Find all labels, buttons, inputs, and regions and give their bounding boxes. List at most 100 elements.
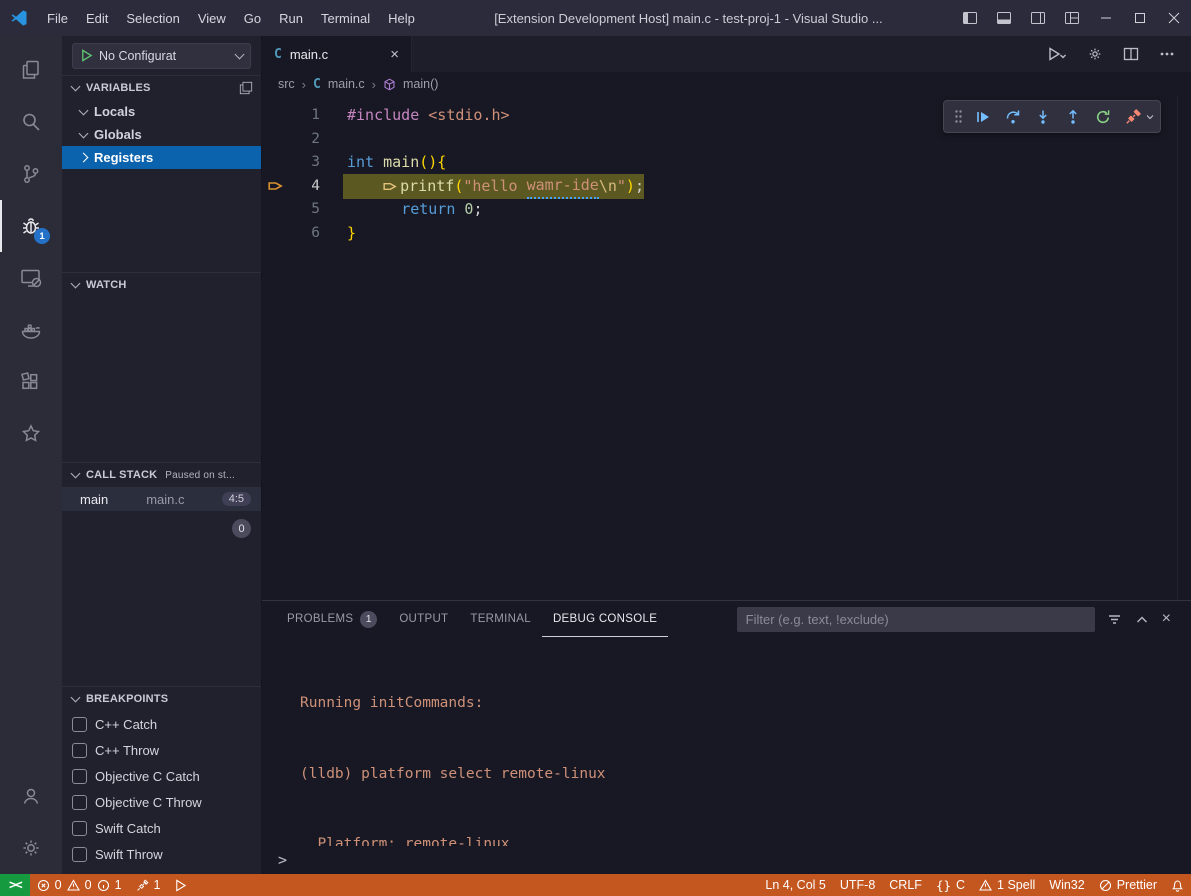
start-debug-icon[interactable]: [80, 49, 93, 62]
line-number[interactable]: 5: [288, 198, 320, 222]
problems-status[interactable]: 0 0 1: [30, 874, 129, 896]
code-line[interactable]: 3 int main(){: [262, 151, 1177, 175]
checkbox[interactable]: [72, 743, 87, 758]
menu-view[interactable]: View: [189, 0, 235, 36]
minimize-button[interactable]: [1089, 0, 1123, 36]
line-number[interactable]: 1: [288, 104, 320, 128]
restart-button[interactable]: [1089, 103, 1116, 130]
line-number[interactable]: 6: [288, 222, 320, 246]
toggle-panel-icon[interactable]: [987, 0, 1021, 36]
split-editor-icon[interactable]: [1123, 46, 1139, 62]
source-control-icon[interactable]: [0, 148, 62, 200]
breadcrumb-file[interactable]: main.c: [328, 77, 365, 91]
encoding-indicator[interactable]: UTF-8: [833, 874, 882, 896]
filter-icon[interactable]: [1107, 612, 1122, 627]
maximize-panel-chevron-icon[interactable]: [1136, 615, 1148, 624]
menu-go[interactable]: Go: [235, 0, 270, 36]
explorer-icon[interactable]: [0, 44, 62, 96]
customize-layout-icon[interactable]: [1055, 0, 1089, 36]
variables-header[interactable]: VARIABLES: [62, 76, 261, 100]
breakpoint-swift-catch[interactable]: Swift Catch: [62, 815, 261, 841]
collapse-all-icon[interactable]: [239, 81, 253, 95]
breakpoint-cpp-throw[interactable]: C++ Throw: [62, 737, 261, 763]
line-number[interactable]: 3: [288, 151, 320, 175]
toolbar-drag-handle[interactable]: [950, 103, 966, 130]
breakpoints-header[interactable]: BREAKPOINTS: [62, 687, 261, 711]
debug-console-input[interactable]: >: [262, 846, 1191, 874]
code-line-current[interactable]: 4 printf("hello wamr-ide\n");: [262, 175, 1177, 199]
tab-problems[interactable]: PROBLEMS 1: [276, 601, 388, 637]
spell-checker-status[interactable]: 1 Spell: [972, 874, 1042, 896]
gutter-glyph-margin[interactable]: [262, 179, 288, 193]
cursor-position[interactable]: Ln 4, Col 5: [758, 874, 832, 896]
menu-file[interactable]: File: [38, 0, 77, 36]
eol-indicator[interactable]: CRLF: [882, 874, 929, 896]
checkbox[interactable]: [72, 795, 87, 810]
docker-icon[interactable]: [0, 304, 62, 356]
run-file-dropdown-icon[interactable]: [1047, 46, 1067, 62]
tab-debug-console[interactable]: DEBUG CONSOLE: [542, 601, 668, 637]
menu-edit[interactable]: Edit: [77, 0, 117, 36]
watch-header[interactable]: WATCH: [62, 273, 261, 297]
code-line[interactable]: 6 }: [262, 222, 1177, 246]
debug-status[interactable]: [167, 874, 194, 896]
menu-selection[interactable]: Selection: [117, 0, 188, 36]
maximize-button[interactable]: [1123, 0, 1157, 36]
search-icon[interactable]: [0, 96, 62, 148]
menu-run[interactable]: Run: [270, 0, 312, 36]
platform-indicator[interactable]: Win32: [1042, 874, 1091, 896]
debug-console-filter-input[interactable]: [737, 607, 1095, 632]
remote-explorer-icon[interactable]: [0, 252, 62, 304]
breadcrumb-folder[interactable]: src: [278, 77, 295, 91]
star-view-icon[interactable]: [0, 408, 62, 460]
checkbox[interactable]: [72, 717, 87, 732]
code-editor[interactable]: 1 #include <stdio.h> 2 3 int main(){: [262, 96, 1191, 600]
code-line[interactable]: 5 return 0;: [262, 198, 1177, 222]
language-mode[interactable]: {} C: [929, 874, 972, 896]
run-and-debug-icon[interactable]: 1: [0, 200, 62, 252]
continue-button[interactable]: [969, 103, 996, 130]
toggle-sidebar-icon[interactable]: [953, 0, 987, 36]
tab-main-c[interactable]: C main.c ×: [262, 36, 412, 72]
close-panel-icon[interactable]: ×: [1162, 610, 1171, 628]
extensions-icon[interactable]: [0, 356, 62, 408]
scrollbar[interactable]: [1177, 96, 1191, 600]
menu-help[interactable]: Help: [379, 0, 424, 36]
breakpoint-objc-throw[interactable]: Objective C Throw: [62, 789, 261, 815]
toggle-secondary-sidebar-icon[interactable]: [1021, 0, 1055, 36]
debug-session-dropdown-icon[interactable]: [1146, 113, 1154, 121]
checkbox[interactable]: [72, 769, 87, 784]
accounts-icon[interactable]: [0, 770, 62, 822]
close-button[interactable]: [1157, 0, 1191, 36]
settings-gear-icon[interactable]: [0, 822, 62, 874]
breakpoint-objc-catch[interactable]: Objective C Catch: [62, 763, 261, 789]
gear-icon[interactable]: [1087, 46, 1103, 62]
checkbox[interactable]: [72, 847, 87, 862]
stack-frame-row[interactable]: main main.c 4:5: [62, 487, 261, 511]
disconnect-button[interactable]: [1119, 103, 1146, 130]
checkbox[interactable]: [72, 821, 87, 836]
notifications-bell[interactable]: [1164, 874, 1191, 896]
ports-status[interactable]: 1: [129, 874, 168, 896]
tab-output[interactable]: OUTPUT: [388, 601, 459, 637]
variables-scope-registers[interactable]: Registers: [62, 146, 261, 169]
breadcrumb-symbol[interactable]: main(): [403, 77, 438, 91]
variables-scope-globals[interactable]: Globals: [62, 123, 261, 146]
variables-scope-locals[interactable]: Locals: [62, 100, 261, 123]
step-into-button[interactable]: [1029, 103, 1056, 130]
step-over-button[interactable]: [999, 103, 1026, 130]
tab-terminal[interactable]: TERMINAL: [459, 601, 542, 637]
breakpoint-cpp-catch[interactable]: C++ Catch: [62, 711, 261, 737]
breakpoint-swift-throw[interactable]: Swift Throw: [62, 841, 261, 867]
tab-close-icon[interactable]: ×: [390, 46, 399, 63]
line-number[interactable]: 4: [288, 175, 320, 199]
debug-config-dropdown[interactable]: No Configurat: [72, 43, 251, 69]
step-out-button[interactable]: [1059, 103, 1086, 130]
more-actions-icon[interactable]: [1159, 46, 1175, 62]
inline-breakpoint-icon[interactable]: [383, 180, 397, 193]
remote-indicator[interactable]: ><: [0, 874, 30, 896]
formatter-status[interactable]: Prettier: [1092, 874, 1164, 896]
line-number[interactable]: 2: [288, 128, 320, 152]
call-stack-header[interactable]: CALL STACK Paused on st...: [62, 463, 261, 487]
menu-terminal[interactable]: Terminal: [312, 0, 379, 36]
